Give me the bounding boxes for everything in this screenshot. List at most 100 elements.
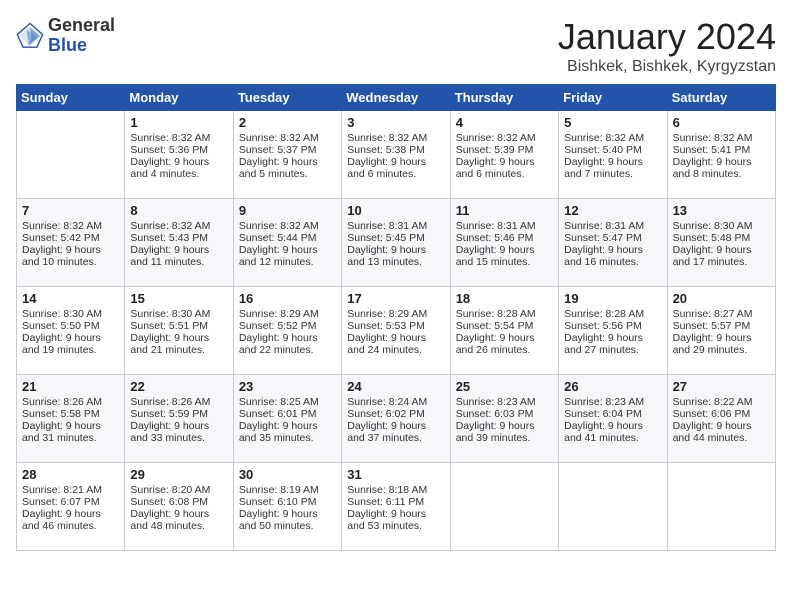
daylight-text: Daylight: 9 hours and 4 minutes. bbox=[130, 156, 227, 180]
sunset-text: Sunset: 5:57 PM bbox=[673, 320, 770, 332]
sunrise-text: Sunrise: 8:27 AM bbox=[673, 308, 770, 320]
day-number: 15 bbox=[130, 291, 227, 306]
logo-text: General Blue bbox=[48, 16, 115, 56]
calendar-cell: 3Sunrise: 8:32 AMSunset: 5:38 PMDaylight… bbox=[342, 111, 450, 199]
week-row-1: 1Sunrise: 8:32 AMSunset: 5:36 PMDaylight… bbox=[17, 111, 776, 199]
sunrise-text: Sunrise: 8:20 AM bbox=[130, 484, 227, 496]
day-number: 6 bbox=[673, 115, 770, 130]
sunset-text: Sunset: 6:04 PM bbox=[564, 408, 661, 420]
calendar-cell: 15Sunrise: 8:30 AMSunset: 5:51 PMDayligh… bbox=[125, 287, 233, 375]
daylight-text: Daylight: 9 hours and 48 minutes. bbox=[130, 508, 227, 532]
sunset-text: Sunset: 5:47 PM bbox=[564, 232, 661, 244]
daylight-text: Daylight: 9 hours and 10 minutes. bbox=[22, 244, 119, 268]
day-number: 3 bbox=[347, 115, 444, 130]
daylight-text: Daylight: 9 hours and 22 minutes. bbox=[239, 332, 336, 356]
sunset-text: Sunset: 5:41 PM bbox=[673, 144, 770, 156]
sunset-text: Sunset: 6:06 PM bbox=[673, 408, 770, 420]
daylight-text: Daylight: 9 hours and 37 minutes. bbox=[347, 420, 444, 444]
calendar-cell: 12Sunrise: 8:31 AMSunset: 5:47 PMDayligh… bbox=[559, 199, 667, 287]
daylight-text: Daylight: 9 hours and 15 minutes. bbox=[456, 244, 553, 268]
sunset-text: Sunset: 5:48 PM bbox=[673, 232, 770, 244]
day-number: 25 bbox=[456, 379, 553, 394]
daylight-text: Daylight: 9 hours and 31 minutes. bbox=[22, 420, 119, 444]
calendar-cell: 19Sunrise: 8:28 AMSunset: 5:56 PMDayligh… bbox=[559, 287, 667, 375]
day-number: 29 bbox=[130, 467, 227, 482]
calendar-cell bbox=[559, 463, 667, 551]
sunrise-text: Sunrise: 8:32 AM bbox=[239, 132, 336, 144]
calendar-cell: 28Sunrise: 8:21 AMSunset: 6:07 PMDayligh… bbox=[17, 463, 125, 551]
sunset-text: Sunset: 5:50 PM bbox=[22, 320, 119, 332]
calendar-cell: 18Sunrise: 8:28 AMSunset: 5:54 PMDayligh… bbox=[450, 287, 558, 375]
day-number: 13 bbox=[673, 203, 770, 218]
sunrise-text: Sunrise: 8:32 AM bbox=[456, 132, 553, 144]
col-header-wednesday: Wednesday bbox=[342, 85, 450, 111]
sunset-text: Sunset: 6:11 PM bbox=[347, 496, 444, 508]
day-number: 5 bbox=[564, 115, 661, 130]
title-block: January 2024 Bishkek, Bishkek, Kyrgyzsta… bbox=[558, 16, 776, 76]
sunset-text: Sunset: 5:36 PM bbox=[130, 144, 227, 156]
sunset-text: Sunset: 6:07 PM bbox=[22, 496, 119, 508]
logo-icon bbox=[16, 22, 44, 50]
day-number: 20 bbox=[673, 291, 770, 306]
daylight-text: Daylight: 9 hours and 16 minutes. bbox=[564, 244, 661, 268]
daylight-text: Daylight: 9 hours and 6 minutes. bbox=[456, 156, 553, 180]
sunrise-text: Sunrise: 8:28 AM bbox=[564, 308, 661, 320]
sunset-text: Sunset: 5:59 PM bbox=[130, 408, 227, 420]
calendar-cell: 16Sunrise: 8:29 AMSunset: 5:52 PMDayligh… bbox=[233, 287, 341, 375]
sunset-text: Sunset: 5:45 PM bbox=[347, 232, 444, 244]
week-row-4: 21Sunrise: 8:26 AMSunset: 5:58 PMDayligh… bbox=[17, 375, 776, 463]
day-number: 18 bbox=[456, 291, 553, 306]
sunset-text: Sunset: 5:52 PM bbox=[239, 320, 336, 332]
sunrise-text: Sunrise: 8:32 AM bbox=[130, 220, 227, 232]
calendar-cell: 4Sunrise: 8:32 AMSunset: 5:39 PMDaylight… bbox=[450, 111, 558, 199]
day-number: 30 bbox=[239, 467, 336, 482]
calendar-cell: 7Sunrise: 8:32 AMSunset: 5:42 PMDaylight… bbox=[17, 199, 125, 287]
logo-blue: Blue bbox=[48, 36, 115, 56]
sunrise-text: Sunrise: 8:26 AM bbox=[130, 396, 227, 408]
sunrise-text: Sunrise: 8:30 AM bbox=[130, 308, 227, 320]
calendar-cell: 21Sunrise: 8:26 AMSunset: 5:58 PMDayligh… bbox=[17, 375, 125, 463]
calendar-cell: 9Sunrise: 8:32 AMSunset: 5:44 PMDaylight… bbox=[233, 199, 341, 287]
sunrise-text: Sunrise: 8:32 AM bbox=[347, 132, 444, 144]
day-number: 1 bbox=[130, 115, 227, 130]
sunset-text: Sunset: 5:58 PM bbox=[22, 408, 119, 420]
daylight-text: Daylight: 9 hours and 50 minutes. bbox=[239, 508, 336, 532]
month-title: January 2024 bbox=[558, 16, 776, 58]
sunrise-text: Sunrise: 8:19 AM bbox=[239, 484, 336, 496]
col-header-tuesday: Tuesday bbox=[233, 85, 341, 111]
sunrise-text: Sunrise: 8:24 AM bbox=[347, 396, 444, 408]
daylight-text: Daylight: 9 hours and 41 minutes. bbox=[564, 420, 661, 444]
page-header: General Blue January 2024 Bishkek, Bishk… bbox=[16, 16, 776, 76]
day-number: 31 bbox=[347, 467, 444, 482]
week-row-3: 14Sunrise: 8:30 AMSunset: 5:50 PMDayligh… bbox=[17, 287, 776, 375]
daylight-text: Daylight: 9 hours and 44 minutes. bbox=[673, 420, 770, 444]
day-number: 26 bbox=[564, 379, 661, 394]
day-number: 14 bbox=[22, 291, 119, 306]
sunrise-text: Sunrise: 8:32 AM bbox=[239, 220, 336, 232]
sunset-text: Sunset: 5:54 PM bbox=[456, 320, 553, 332]
daylight-text: Daylight: 9 hours and 19 minutes. bbox=[22, 332, 119, 356]
day-number: 28 bbox=[22, 467, 119, 482]
daylight-text: Daylight: 9 hours and 53 minutes. bbox=[347, 508, 444, 532]
header-row: SundayMondayTuesdayWednesdayThursdayFrid… bbox=[17, 85, 776, 111]
calendar-cell: 1Sunrise: 8:32 AMSunset: 5:36 PMDaylight… bbox=[125, 111, 233, 199]
sunset-text: Sunset: 6:01 PM bbox=[239, 408, 336, 420]
sunset-text: Sunset: 5:43 PM bbox=[130, 232, 227, 244]
col-header-monday: Monday bbox=[125, 85, 233, 111]
col-header-sunday: Sunday bbox=[17, 85, 125, 111]
calendar-cell: 13Sunrise: 8:30 AMSunset: 5:48 PMDayligh… bbox=[667, 199, 775, 287]
daylight-text: Daylight: 9 hours and 39 minutes. bbox=[456, 420, 553, 444]
daylight-text: Daylight: 9 hours and 13 minutes. bbox=[347, 244, 444, 268]
sunset-text: Sunset: 5:39 PM bbox=[456, 144, 553, 156]
sunrise-text: Sunrise: 8:26 AM bbox=[22, 396, 119, 408]
calendar-cell: 14Sunrise: 8:30 AMSunset: 5:50 PMDayligh… bbox=[17, 287, 125, 375]
calendar-cell bbox=[667, 463, 775, 551]
calendar-cell: 5Sunrise: 8:32 AMSunset: 5:40 PMDaylight… bbox=[559, 111, 667, 199]
logo: General Blue bbox=[16, 16, 115, 56]
sunset-text: Sunset: 5:44 PM bbox=[239, 232, 336, 244]
day-number: 19 bbox=[564, 291, 661, 306]
day-number: 27 bbox=[673, 379, 770, 394]
sunrise-text: Sunrise: 8:32 AM bbox=[564, 132, 661, 144]
sunset-text: Sunset: 6:03 PM bbox=[456, 408, 553, 420]
daylight-text: Daylight: 9 hours and 8 minutes. bbox=[673, 156, 770, 180]
